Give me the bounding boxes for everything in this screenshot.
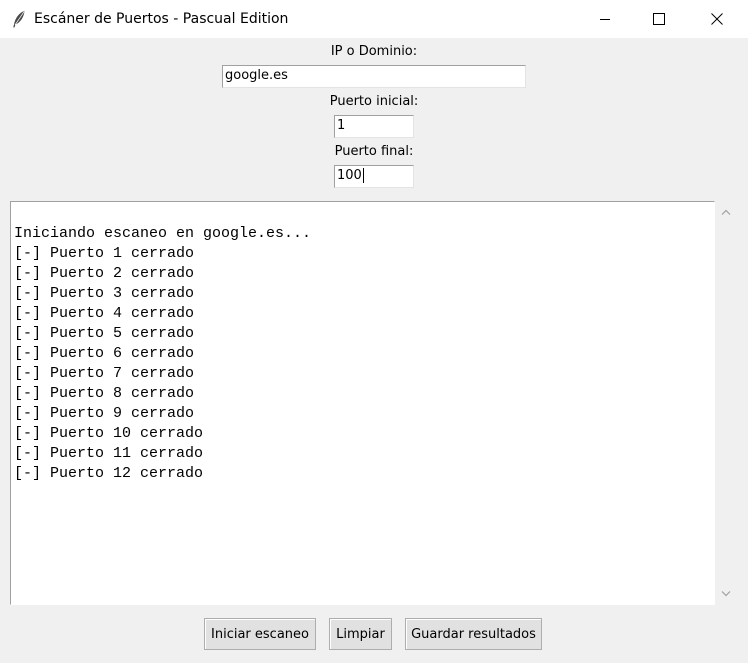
clear-button[interactable]: Limpiar [329,618,392,650]
window-title: Escáner de Puertos - Pascual Edition [34,11,289,27]
output-line: [-] Puerto 1 cerrado [14,245,195,262]
start-port-label: Puerto inicial: [329,94,419,109]
start-scan-button[interactable]: Iniciar escaneo [204,618,316,650]
close-button[interactable] [694,0,740,38]
minimize-button[interactable] [582,0,628,38]
scroll-up-button[interactable] [715,201,737,223]
output-line: [-] Puerto 10 cerrado [14,425,204,442]
output-line: Iniciando escaneo en google.es... [14,225,312,242]
feather-icon [12,10,26,28]
end-port-label: Puerto final: [334,144,414,159]
maximize-button[interactable] [636,0,682,38]
end-port-value: 100 [337,168,362,183]
close-icon [711,13,723,25]
output-line: [-] Puerto 9 cerrado [14,405,195,422]
scan-output[interactable]: Iniciando escaneo en google.es... [-] Pue… [10,201,715,605]
text-caret [362,168,364,183]
save-results-button[interactable]: Guardar resultados [405,618,542,650]
output-line: [-] Puerto 11 cerrado [14,445,204,462]
output-scrollbar[interactable] [715,201,737,605]
chevron-down-icon [721,591,731,597]
output-line: [-] Puerto 12 cerrado [14,465,204,482]
output-line: [-] Puerto 4 cerrado [14,305,195,322]
output-line: [-] Puerto 6 cerrado [14,345,195,362]
title-bar[interactable]: Escáner de Puertos - Pascual Edition [0,0,748,38]
output-line: [-] Puerto 5 cerrado [14,325,195,342]
ip-input[interactable]: google.es [222,65,526,88]
scroll-down-button[interactable] [715,583,737,605]
output-line: [-] Puerto 7 cerrado [14,365,195,382]
start-port-input[interactable]: 1 [334,115,414,138]
ip-label: IP o Dominio: [330,44,418,59]
output-line: [-] Puerto 3 cerrado [14,285,195,302]
minimize-icon [600,19,610,20]
output-line: [-] Puerto 2 cerrado [14,265,195,282]
chevron-up-icon [721,209,731,215]
end-port-input[interactable]: 100 [334,165,414,188]
output-line: [-] Puerto 8 cerrado [14,385,195,402]
maximize-icon [653,13,665,25]
